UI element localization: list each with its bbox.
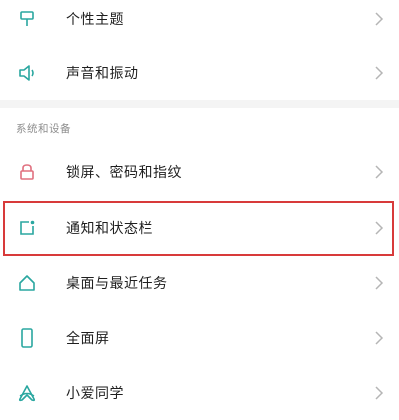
fullscreen-phone-icon (16, 327, 38, 349)
home-icon (16, 272, 38, 294)
menu-item-desktop-recents[interactable]: 桌面与最近任务 (0, 256, 399, 310)
chevron-right-icon (375, 331, 384, 345)
lock-icon (16, 161, 38, 183)
chevron-right-icon (375, 386, 384, 400)
speaker-icon (16, 62, 38, 84)
menu-item-lockscreen[interactable]: 锁屏、密码和指纹 (0, 145, 399, 199)
chevron-right-icon (375, 165, 384, 179)
theme-icon (16, 8, 38, 30)
menu-item-xiaoai[interactable]: 小爱同学 (0, 366, 399, 420)
menu-item-label: 小爱同学 (66, 386, 124, 402)
menu-item-notifications-statusbar[interactable]: 通知和状态栏 (0, 201, 399, 255)
menu-item-label: 桌面与最近任务 (66, 276, 168, 292)
menu-item-sound-vibration[interactable]: 声音和振动 (0, 46, 399, 100)
menu-item-label: 锁屏、密码和指纹 (66, 165, 182, 181)
chevron-right-icon (375, 12, 384, 26)
xiaoai-icon (16, 382, 38, 404)
chevron-right-icon (375, 66, 384, 80)
menu-item-label: 全面屏 (66, 331, 110, 347)
menu-item-theme[interactable]: 个性主题 (0, 0, 399, 46)
menu-item-label: 声音和振动 (66, 66, 139, 82)
chevron-right-icon (375, 221, 384, 235)
section-divider (0, 100, 399, 108)
menu-item-label: 通知和状态栏 (66, 221, 153, 237)
notification-icon (16, 217, 38, 239)
section-title: 系统和设备 (16, 123, 71, 135)
chevron-right-icon (375, 276, 384, 290)
menu-item-label: 个性主题 (66, 12, 124, 28)
menu-item-fullscreen[interactable]: 全面屏 (0, 311, 399, 365)
